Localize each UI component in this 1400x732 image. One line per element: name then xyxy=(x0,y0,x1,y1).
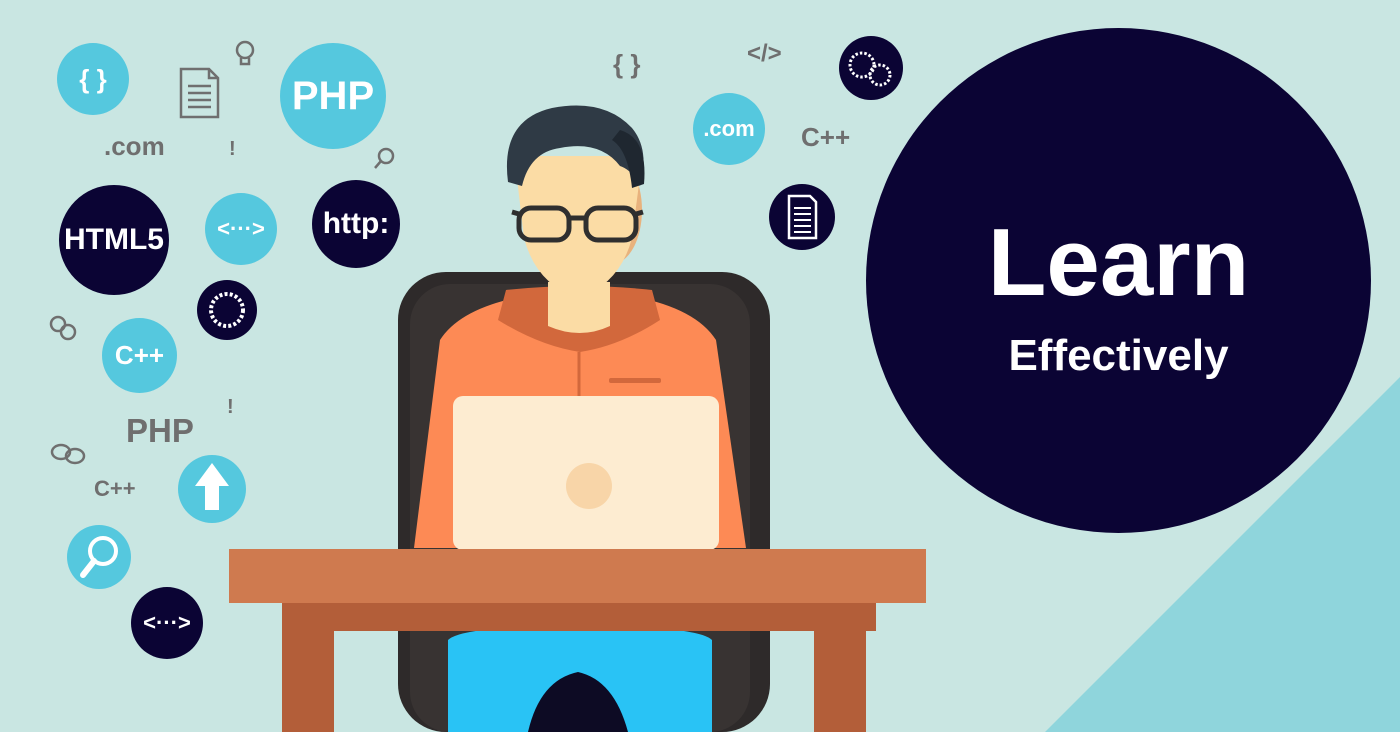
file-icon xyxy=(769,184,835,250)
upload-arrow-icon xyxy=(178,455,246,523)
person-head xyxy=(506,105,645,298)
magnifier-icon xyxy=(374,147,395,169)
laptop xyxy=(453,396,719,550)
lightbulb-icon xyxy=(235,40,255,66)
document-icon xyxy=(179,67,220,119)
chat-bubbles-icon xyxy=(50,443,86,465)
hero-banner: { } PHP .com HTML5 <···> http: C++ PHP C… xyxy=(0,0,1400,732)
gear-icon xyxy=(197,280,257,340)
jeans xyxy=(448,626,712,732)
gears-icon xyxy=(49,315,77,341)
dual-gears-icon xyxy=(839,36,903,100)
search-icon xyxy=(67,525,131,589)
learner-illustration xyxy=(49,36,926,732)
